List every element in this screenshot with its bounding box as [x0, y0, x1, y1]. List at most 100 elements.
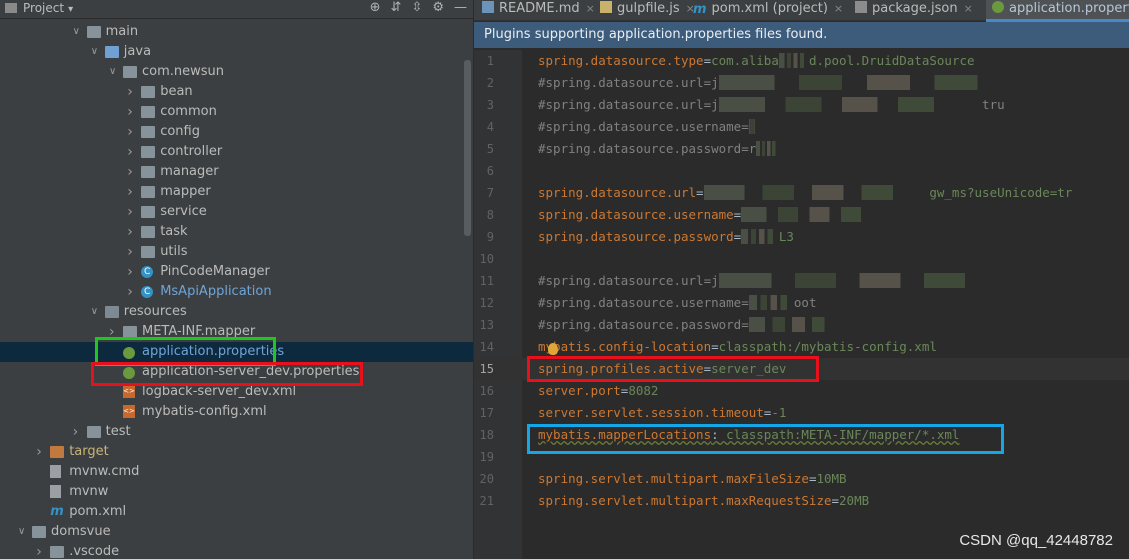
chevron-right-icon[interactable]: › — [127, 82, 137, 102]
line-number: 3 — [486, 98, 494, 112]
code-line[interactable]: 13 #spring.datasource.password=xxxxxxxxxx… — [474, 314, 1129, 336]
tree-item[interactable]: › mapper — [0, 182, 473, 202]
lightbulb-icon[interactable] — [548, 343, 558, 355]
chevron-right-icon[interactable]: › — [127, 182, 137, 202]
code-line[interactable]: 10 — [474, 248, 1129, 270]
property-value: j — [711, 75, 719, 90]
tree-item[interactable]: ∨ java — [0, 42, 473, 62]
gear-icon[interactable]: ⚙ — [432, 0, 444, 15]
chevron-down-icon[interactable]: ∨ — [109, 62, 119, 82]
editor-tab[interactable]: application.properties — [986, 0, 1129, 22]
tree-item[interactable]: › C PinCodeManager — [0, 262, 473, 282]
chevron-right-icon[interactable]: › — [127, 102, 137, 122]
tree-item[interactable]: ∨ resources — [0, 302, 473, 322]
chevron-down-icon[interactable]: ∨ — [73, 22, 83, 42]
tree-item[interactable]: mvnw.cmd — [0, 462, 473, 482]
tree-item[interactable]: › target — [0, 442, 473, 462]
editor-tab[interactable]: README.md × — [476, 0, 595, 20]
chevron-right-icon[interactable]: › — [36, 542, 46, 559]
line-number: 12 — [479, 296, 494, 310]
code-editor[interactable]: 1 spring.datasource.type=com.alibaxxxxd.p… — [474, 50, 1129, 559]
tree-item[interactable]: › config — [0, 122, 473, 142]
folder-icon — [50, 546, 65, 558]
tree-item[interactable]: › META-INF.mapper — [0, 322, 473, 342]
chevron-right-icon[interactable]: › — [127, 282, 137, 302]
code-line[interactable]: 19 — [474, 446, 1129, 468]
code-line[interactable]: 5 #spring.datasource.password=rxxx — [474, 138, 1129, 160]
chevron-right-icon[interactable]: › — [127, 262, 137, 282]
tree-item[interactable]: ∨ main — [0, 22, 473, 42]
code-line[interactable]: 12 #spring.datasource.username=xxxxxxoot — [474, 292, 1129, 314]
code-line[interactable]: 14 mybatis.config-location=classpath:/myb… — [474, 336, 1129, 358]
tree-item[interactable]: application.properties — [0, 342, 473, 362]
locate-file-icon[interactable]: ⊕ — [370, 0, 381, 15]
project-view-selector[interactable]: Project ▾ — [5, 1, 73, 15]
line-text: #spring.datasource.username=xxxxxxoot — [538, 295, 817, 310]
chevron-right-icon[interactable]: › — [36, 442, 46, 462]
tree-item[interactable]: › C MsApiApplication — [0, 282, 473, 302]
code-line[interactable]: 15 spring.profiles.active=server_dev — [474, 358, 1129, 380]
excluded-folder-icon — [50, 446, 65, 458]
redacted-text: xxxxxxxxxxxxxxxxxxxxxxxxxxxxxx — [703, 185, 930, 200]
tree-item[interactable]: › common — [0, 102, 473, 122]
tree-item[interactable]: mvnw — [0, 482, 473, 502]
chevron-right-icon[interactable]: › — [127, 162, 137, 182]
close-icon[interactable]: × — [964, 2, 973, 15]
code-line[interactable]: 18 mybatis.mapperLocations: classpath:MET… — [474, 424, 1129, 446]
property-key: spring.profiles.active — [538, 361, 704, 376]
code-line[interactable]: 4 #spring.datasource.username=x — [474, 116, 1129, 138]
collapse-all-icon[interactable]: ⇳ — [411, 0, 422, 15]
code-line[interactable]: 20 spring.servlet.multipart.maxFileSize=1… — [474, 468, 1129, 490]
chevron-right-icon[interactable]: › — [127, 222, 137, 242]
tree-item[interactable]: › bean — [0, 82, 473, 102]
property-value: 20MB — [839, 493, 870, 508]
code-line[interactable]: 21 spring.servlet.multipart.maxRequestSiz… — [474, 490, 1129, 512]
code-line[interactable]: 7 spring.datasource.url=xxxxxxxxxxxxxxxxx… — [474, 182, 1129, 204]
expand-all-icon[interactable]: ⇵ — [391, 0, 402, 15]
chevron-right-icon[interactable]: › — [73, 422, 83, 442]
tree-item[interactable]: › service — [0, 202, 473, 222]
chevron-right-icon[interactable]: › — [127, 242, 137, 262]
tree-item[interactable]: › task — [0, 222, 473, 242]
tree-item[interactable]: › controller — [0, 142, 473, 162]
code-line[interactable]: 11 #spring.datasource.url=jxxxxxxxxxxxxxx… — [474, 270, 1129, 292]
code-line[interactable]: 16 server.port=8082 — [474, 380, 1129, 402]
line-text: #spring.datasource.username=x — [538, 116, 757, 138]
chevron-down-icon[interactable]: ∨ — [18, 522, 28, 542]
chevron-right-icon[interactable]: › — [127, 202, 137, 222]
code-line[interactable]: 3 #spring.datasource.url=jxxxxxxxxxxxxxxx… — [474, 94, 1129, 116]
project-tree-scrollbar[interactable] — [464, 60, 471, 236]
chevron-right-icon[interactable]: › — [127, 142, 137, 162]
tree-item[interactable]: <> mybatis-config.xml — [0, 402, 473, 422]
tree-item[interactable]: › test — [0, 422, 473, 442]
chevron-down-icon[interactable]: ∨ — [91, 302, 101, 322]
tree-item[interactable]: › utils — [0, 242, 473, 262]
editor-tab[interactable]: gulpfile.js × — [594, 0, 695, 20]
plugin-notification-banner[interactable]: Plugins supporting application.propertie… — [474, 22, 1129, 48]
code-line[interactable]: 8 spring.datasource.username=xxxxxxxxxxxx… — [474, 204, 1129, 226]
redacted-text: xxxx — [778, 53, 809, 68]
chevron-right-icon[interactable]: › — [127, 122, 137, 142]
code-line[interactable]: 6 — [474, 160, 1129, 182]
tree-item-label: config — [160, 124, 200, 139]
tree-item[interactable]: ∨ com.newsun — [0, 62, 473, 82]
tree-item[interactable]: › manager — [0, 162, 473, 182]
code-line[interactable]: 17 server.servlet.session.timeout=-1 — [474, 402, 1129, 424]
chevron-down-icon[interactable]: ∨ — [91, 42, 101, 62]
chevron-right-icon[interactable]: › — [109, 322, 119, 342]
tree-item[interactable]: <> logback-server_dev.xml — [0, 382, 473, 402]
tree-item[interactable]: m pom.xml — [0, 502, 473, 522]
editor-tab[interactable]: package.json × — [849, 0, 973, 20]
code-line[interactable]: 1 spring.datasource.type=com.alibaxxxxd.p… — [474, 50, 1129, 72]
code-line[interactable]: 2 #spring.datasource.url=jxxxxxxxxxxxxxxx… — [474, 72, 1129, 94]
code-line[interactable]: 9 spring.datasource.password=xxxxxL3 — [474, 226, 1129, 248]
hide-panel-icon[interactable]: — — [454, 0, 467, 15]
line-text: spring.datasource.type=com.alibaxxxxd.po… — [538, 53, 975, 68]
line-text: #spring.datasource.password=rxxx — [538, 138, 779, 160]
close-icon[interactable]: × — [834, 2, 843, 15]
tree-item[interactable]: › .vscode — [0, 542, 473, 559]
editor-tab[interactable]: m pom.xml (project) × — [687, 0, 843, 20]
tree-item[interactable]: application-server_dev.properties — [0, 362, 473, 382]
property-key: #spring.datasource.url — [538, 273, 704, 288]
tree-item[interactable]: ∨ domsvue — [0, 522, 473, 542]
